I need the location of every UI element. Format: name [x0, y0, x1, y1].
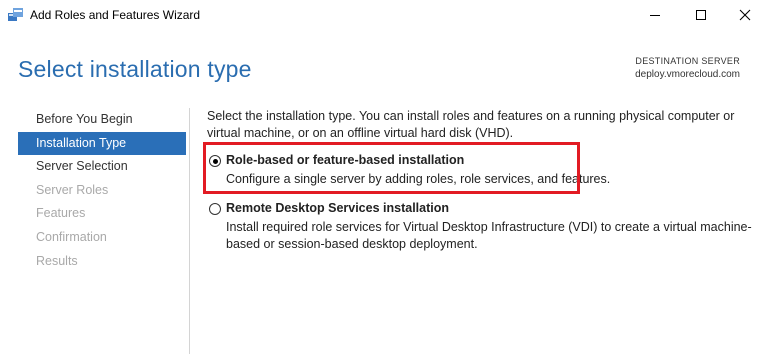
maximize-icon [696, 10, 706, 20]
highlight-annotation-box [203, 142, 580, 194]
minimize-icon [650, 15, 660, 16]
maximize-button[interactable] [678, 0, 724, 30]
title-bar: Add Roles and Features Wizard [0, 0, 768, 30]
nav-item-server-roles: Server Roles [36, 182, 109, 197]
page-title: Select installation type [18, 56, 252, 82]
main-content: Select the installation type. You can in… [207, 108, 752, 251]
nav-item-installation-type[interactable]: Installation Type [18, 131, 186, 156]
intro-text: Select the installation type. You can in… [207, 109, 735, 140]
nav-item-results: Results [36, 253, 78, 268]
wizard-steps-nav: Before You Begin Installation Type Serve… [18, 108, 186, 273]
nav-item-confirmation: Confirmation [36, 229, 107, 244]
close-icon [739, 9, 751, 21]
option-remote-desktop-label[interactable]: Remote Desktop Services installation [226, 201, 449, 215]
destination-server-value: deploy.vmorecloud.com [635, 69, 740, 80]
server-manager-icon [8, 8, 24, 22]
destination-server-label: DESTINATION SERVER [635, 56, 740, 66]
nav-item-features: Features [36, 206, 86, 221]
minimize-button[interactable] [632, 0, 678, 30]
window-title: Add Roles and Features Wizard [30, 8, 201, 22]
close-button[interactable] [722, 0, 768, 30]
option-remote-desktop-description: Install required role services for Virtu… [226, 220, 752, 251]
nav-item-before-you-begin[interactable]: Before You Begin [18, 108, 186, 132]
nav-divider [189, 108, 190, 354]
nav-item-server-selection[interactable]: Server Selection [18, 155, 186, 179]
radio-remote-desktop[interactable] [209, 203, 221, 215]
